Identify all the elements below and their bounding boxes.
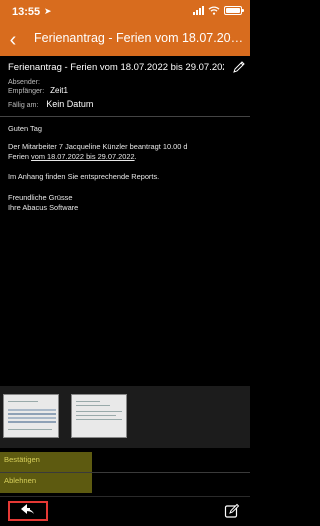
recipient-label: Empfänger:	[8, 88, 45, 95]
status-bar: 13:55 ➤	[0, 0, 250, 24]
mail-subject: Ferienantrag - Ferien vom 18.07.2022 bis…	[8, 62, 224, 73]
attachment-thumbnail[interactable]	[3, 394, 59, 438]
body-line-2: Ferien vom 18.07.2022 bis 29.07.2022.	[8, 152, 248, 162]
attachment-thumbnail[interactable]	[71, 394, 127, 438]
recipient-value: Zeit1	[50, 86, 68, 95]
reject-button[interactable]: Ablehnen	[0, 473, 92, 493]
attachment-note: Im Anhang finden Sie entsprechende Repor…	[8, 172, 160, 181]
top-bar: 13:55 ➤ ‹ Ferienantrag - Ferien vom 18.0…	[0, 0, 250, 56]
mail-body-paragraph: Der Mitarbeiter 7 Jacqueline Künzler bea…	[8, 142, 248, 161]
body-line-2-prefix: Ferien	[8, 151, 32, 161]
battery-icon	[224, 6, 244, 15]
sender-label: Absender:	[8, 79, 40, 86]
wifi-icon	[208, 6, 220, 15]
body-line-1: Der Mitarbeiter 7 Jacqueline Künzler bea…	[8, 142, 188, 151]
closing-line-1: Freundliche Grüsse	[8, 193, 73, 202]
navigation-bar: ‹ Ferienantrag - Ferien vom 18.07.2022 b…	[0, 26, 250, 54]
location-arrow-icon: ➤	[44, 6, 52, 16]
status-icons	[193, 6, 244, 15]
bottom-toolbar	[0, 496, 250, 526]
edit-pencil-icon[interactable]	[232, 60, 246, 74]
back-chevron-icon[interactable]: ‹	[4, 26, 22, 54]
recipient-row: Empfänger: Zeit1	[8, 86, 68, 95]
status-time: 13:55	[12, 6, 41, 18]
body-line-2-suffix: .	[134, 151, 137, 161]
sender-row: Absender:	[8, 76, 46, 86]
header-divider	[0, 116, 250, 117]
attachments-strip	[0, 386, 250, 448]
due-label: Fällig am:	[8, 102, 39, 109]
confirm-button[interactable]: Bestätigen	[0, 452, 92, 472]
nav-title: Ferienantrag - Ferien vom 18.07.2022 bis…	[34, 31, 246, 45]
greeting: Guten Tag	[8, 124, 42, 133]
signal-icon	[193, 6, 204, 15]
date-range-link[interactable]: vom 18.07.2022 bis 29.07.2022	[31, 152, 135, 161]
closing: Freundliche Grüsse Ihre Abacus Software	[8, 193, 248, 212]
due-value: Kein Datum	[46, 99, 94, 109]
reply-icon	[20, 502, 36, 520]
closing-line-2: Ihre Abacus Software	[8, 202, 79, 212]
compose-icon[interactable]	[224, 503, 240, 519]
due-row: Fällig am: Kein Datum	[8, 99, 93, 109]
reply-button[interactable]	[8, 501, 48, 521]
